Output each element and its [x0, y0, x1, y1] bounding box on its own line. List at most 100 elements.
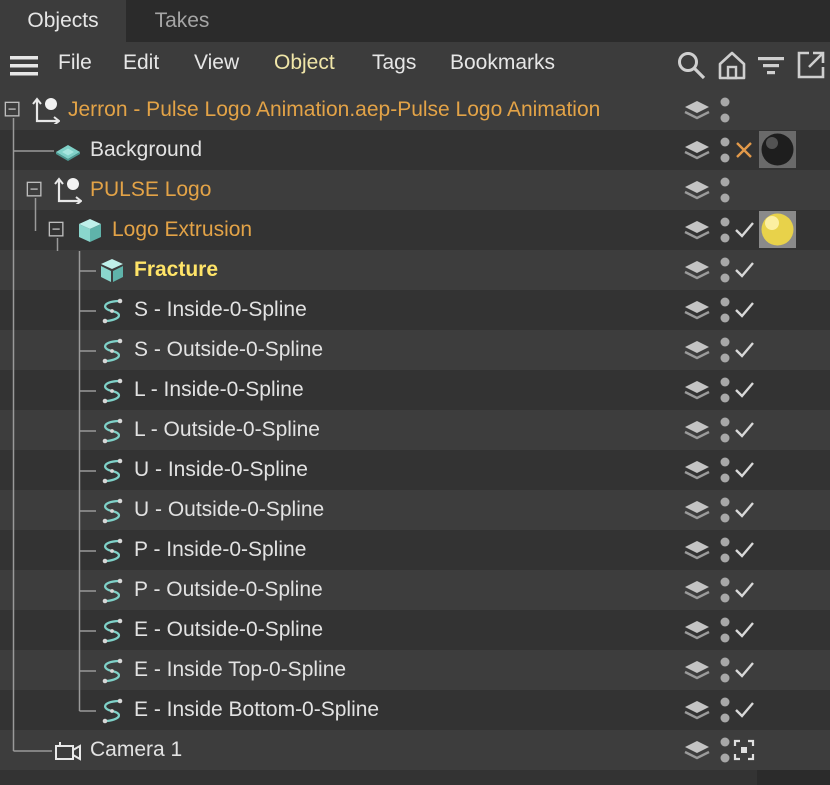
null-icon: [54, 177, 82, 204]
collapse-toggle-icon[interactable]: [48, 221, 66, 239]
hamburger-icon[interactable]: [9, 51, 39, 81]
object-row[interactable]: E - Inside Top-0-Spline: [0, 650, 830, 690]
tab-bar: Objects Takes: [0, 0, 830, 42]
enabled-check-icon[interactable]: [732, 258, 756, 282]
enabled-check-icon[interactable]: [732, 298, 756, 322]
menu-bar: File Edit View Object Tags Bookmarks: [0, 42, 830, 90]
layer-icon[interactable]: [683, 538, 711, 564]
enabled-check-icon[interactable]: [732, 698, 756, 722]
layer-icon[interactable]: [683, 258, 711, 284]
menu-edit[interactable]: Edit: [123, 42, 159, 84]
object-row[interactable]: PULSE Logo: [0, 170, 830, 210]
object-row[interactable]: S - Inside-0-Spline: [0, 290, 830, 330]
spline-icon: [102, 538, 123, 564]
object-row[interactable]: U - Outside-0-Spline: [0, 490, 830, 530]
object-name[interactable]: L - Outside-0-Spline: [134, 410, 320, 450]
object-name[interactable]: E - Inside Bottom-0-Spline: [134, 690, 379, 730]
layer-icon[interactable]: [683, 658, 711, 684]
material-tag-yellow-icon[interactable]: [759, 211, 796, 248]
tab-objects[interactable]: Objects: [0, 0, 126, 42]
enabled-check-icon[interactable]: [732, 618, 756, 642]
enabled-check-icon[interactable]: [732, 218, 756, 242]
menu-object[interactable]: Object: [274, 42, 335, 84]
object-list: Jerron - Pulse Logo Animation.aep-Pulse …: [0, 90, 830, 785]
layer-icon[interactable]: [683, 378, 711, 404]
layer-icon[interactable]: [683, 578, 711, 604]
object-name[interactable]: Camera 1: [90, 730, 182, 770]
menu-bookmarks[interactable]: Bookmarks: [450, 42, 555, 84]
enabled-check-icon[interactable]: [732, 378, 756, 402]
enabled-check-icon[interactable]: [732, 338, 756, 362]
visibility-dots-icon[interactable]: [716, 90, 734, 130]
object-row[interactable]: S - Outside-0-Spline: [0, 330, 830, 370]
layer-icon[interactable]: [683, 218, 711, 244]
spline-icon: [102, 298, 123, 324]
layer-icon[interactable]: [683, 498, 711, 524]
new-window-icon[interactable]: [796, 50, 826, 80]
object-name[interactable]: L - Inside-0-Spline: [134, 370, 304, 410]
layer-icon[interactable]: [683, 618, 711, 644]
object-row[interactable]: Background: [0, 130, 830, 170]
disabled-cross-icon[interactable]: [732, 138, 756, 162]
enabled-check-icon[interactable]: [732, 578, 756, 602]
object-name[interactable]: P - Inside-0-Spline: [134, 530, 306, 570]
spline-icon: [102, 458, 123, 484]
layer-icon[interactable]: [683, 98, 711, 124]
camera-target-icon[interactable]: [732, 738, 756, 762]
enabled-check-icon[interactable]: [732, 538, 756, 562]
object-row[interactable]: E - Inside Bottom-0-Spline: [0, 690, 830, 730]
spline-icon: [102, 418, 123, 444]
enabled-check-icon[interactable]: [732, 658, 756, 682]
layer-icon[interactable]: [683, 298, 711, 324]
collapse-toggle-icon[interactable]: [26, 181, 44, 199]
enabled-check-icon[interactable]: [732, 498, 756, 522]
object-name[interactable]: Logo Extrusion: [112, 210, 252, 250]
object-row[interactable]: Fracture: [0, 250, 830, 290]
spline-icon: [102, 338, 123, 364]
object-row[interactable]: L - Inside-0-Spline: [0, 370, 830, 410]
object-name[interactable]: U - Inside-0-Spline: [134, 450, 308, 490]
menu-view[interactable]: View: [194, 42, 239, 84]
object-row[interactable]: P - Inside-0-Spline: [0, 530, 830, 570]
visibility-dots-icon[interactable]: [716, 170, 734, 210]
enabled-check-icon[interactable]: [732, 458, 756, 482]
object-name[interactable]: U - Outside-0-Spline: [134, 490, 324, 530]
object-row[interactable]: U - Inside-0-Spline: [0, 450, 830, 490]
filter-icon[interactable]: [756, 50, 786, 80]
spline-icon: [102, 698, 123, 724]
object-name[interactable]: Background: [90, 130, 202, 170]
layer-icon[interactable]: [683, 738, 711, 764]
object-name[interactable]: S - Inside-0-Spline: [134, 290, 307, 330]
layer-icon[interactable]: [683, 178, 711, 204]
object-name[interactable]: PULSE Logo: [90, 170, 211, 210]
material-tag-dark-icon[interactable]: [759, 131, 796, 168]
object-row[interactable]: Jerron - Pulse Logo Animation.aep-Pulse …: [0, 90, 830, 130]
spline-icon: [102, 578, 123, 604]
object-name[interactable]: Jerron - Pulse Logo Animation.aep-Pulse …: [68, 90, 600, 130]
layer-icon[interactable]: [683, 338, 711, 364]
collapse-toggle-icon[interactable]: [4, 101, 22, 119]
object-row[interactable]: Camera 1: [0, 730, 830, 770]
object-name[interactable]: Fracture: [134, 250, 218, 290]
layer-icon[interactable]: [683, 698, 711, 724]
object-name[interactable]: S - Outside-0-Spline: [134, 330, 323, 370]
fracture-icon: [101, 259, 123, 282]
layer-icon[interactable]: [683, 418, 711, 444]
object-row[interactable]: L - Outside-0-Spline: [0, 410, 830, 450]
search-icon[interactable]: [676, 50, 706, 80]
layer-icon[interactable]: [683, 138, 711, 164]
object-row[interactable]: E - Outside-0-Spline: [0, 610, 830, 650]
object-row[interactable]: P - Outside-0-Spline: [0, 570, 830, 610]
menu-file[interactable]: File: [58, 42, 92, 84]
home-icon[interactable]: [717, 50, 747, 80]
spline-icon: [102, 498, 123, 524]
tab-takes[interactable]: Takes: [128, 0, 236, 42]
object-name[interactable]: P - Outside-0-Spline: [134, 570, 323, 610]
background-icon: [56, 145, 80, 161]
enabled-check-icon[interactable]: [732, 418, 756, 442]
menu-tags[interactable]: Tags: [372, 42, 416, 84]
object-row[interactable]: Logo Extrusion: [0, 210, 830, 250]
object-name[interactable]: E - Outside-0-Spline: [134, 610, 323, 650]
layer-icon[interactable]: [683, 458, 711, 484]
object-name[interactable]: E - Inside Top-0-Spline: [134, 650, 346, 690]
